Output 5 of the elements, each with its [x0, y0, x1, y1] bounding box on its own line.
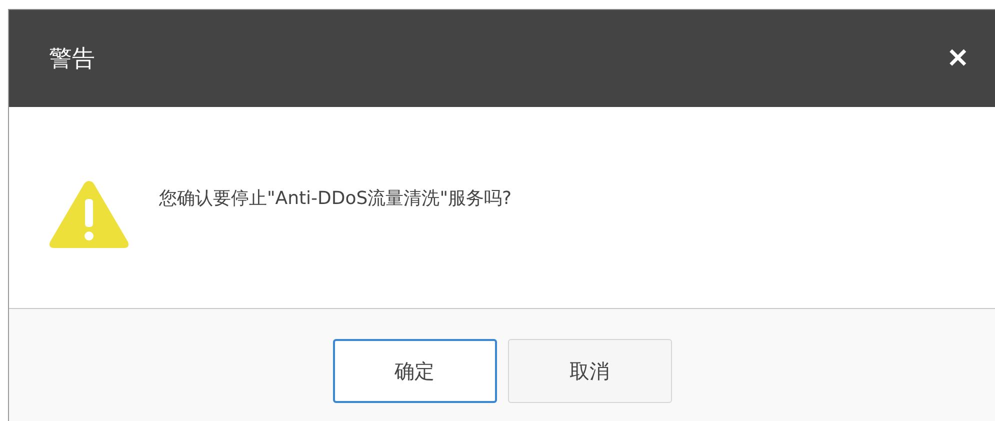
dialog-title: 警告 — [49, 45, 95, 74]
cancel-button[interactable]: 取消 — [508, 339, 672, 403]
confirmation-message: 您确认要停止"Anti-DDoS流量清洗"服务吗? — [159, 186, 512, 210]
confirm-button[interactable]: 确定 — [332, 339, 496, 403]
close-button[interactable]: ✕ — [947, 43, 969, 74]
